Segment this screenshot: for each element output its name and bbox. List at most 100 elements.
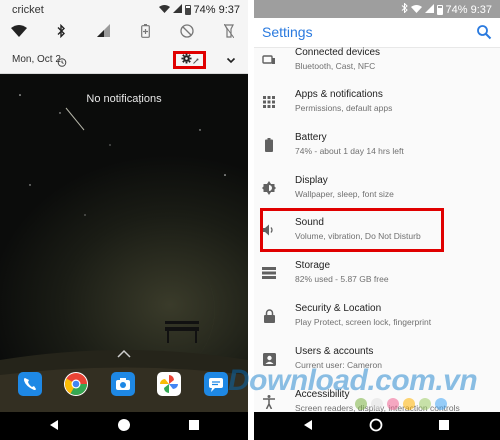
back-triangle-icon xyxy=(48,418,60,436)
settings-item-title: Users & accounts xyxy=(295,346,374,357)
settings-item-title: Display xyxy=(295,175,328,186)
battery-small-icon xyxy=(436,4,443,15)
chrome-app[interactable] xyxy=(64,372,88,396)
watermark-dot xyxy=(403,398,415,410)
watermark-dot xyxy=(419,398,431,410)
wifi-small-icon xyxy=(410,4,422,16)
signal-small-icon xyxy=(172,4,182,16)
settings-item-storage[interactable]: Storage 82% used - 5.87 GB free xyxy=(254,254,500,296)
empty-notifications-label: No notifications xyxy=(86,93,162,105)
back-button[interactable] xyxy=(300,419,316,435)
lock-icon xyxy=(262,309,276,323)
battery-percent: 74% xyxy=(445,3,468,16)
quick-settings-tiles xyxy=(0,22,248,44)
phone-icon xyxy=(18,378,42,400)
settings-item-subtitle: Play Protect, screen lock, fingerprint xyxy=(295,317,432,327)
settings-item-title: Battery xyxy=(295,132,327,143)
bluetooth-small-icon xyxy=(401,2,408,16)
app-dock xyxy=(0,372,248,402)
status-indicators: 74% 9:37 xyxy=(401,2,492,16)
navigation-bar xyxy=(0,412,248,440)
battery-small-icon xyxy=(184,5,191,15)
phone-app[interactable] xyxy=(18,372,42,396)
status-bar: 74% 9:37 xyxy=(254,0,500,18)
expand-quick-settings-button[interactable] xyxy=(224,53,238,67)
navigation-bar xyxy=(254,412,500,440)
home-button[interactable] xyxy=(116,418,132,437)
photos-icon xyxy=(157,375,181,400)
quick-settings-panel: cricket 74% 9:37 Mon, Oct 2 xyxy=(0,0,248,74)
apps-grid-icon xyxy=(262,95,276,109)
settings-item-security-location[interactable]: Security & Location Play Protect, screen… xyxy=(254,297,500,339)
status-bar: cricket 74% 9:37 xyxy=(0,0,248,20)
display-brightness-icon xyxy=(262,181,276,195)
status-indicators: 74% 9:37 xyxy=(158,4,240,16)
chrome-icon xyxy=(64,373,88,400)
flashlight-icon xyxy=(223,23,235,43)
alarm-icon[interactable] xyxy=(57,54,67,72)
photos-app[interactable] xyxy=(157,372,181,396)
search-button[interactable] xyxy=(476,24,492,40)
settings-item-title: Storage xyxy=(295,260,331,271)
recents-button[interactable] xyxy=(436,419,452,435)
watermark-dot xyxy=(371,398,383,410)
settings-item-subtitle: Permissions, default apps xyxy=(295,103,393,113)
date-row: Mon, Oct 2 xyxy=(0,48,248,72)
signal-small-icon xyxy=(424,3,434,16)
settings-item-apps-notifications[interactable]: Apps & notifications Permissions, defaul… xyxy=(254,83,500,125)
cellular-tile[interactable] xyxy=(92,22,114,44)
messages-icon xyxy=(204,378,228,400)
settings-item-connected-devices[interactable]: Connected devices Bluetooth, Cast, NFC xyxy=(254,41,500,83)
settings-item-subtitle: Wallpaper, sleep, font size xyxy=(295,189,394,199)
recents-square-icon xyxy=(188,418,200,436)
watermark-dot xyxy=(355,398,367,410)
wifi-small-icon xyxy=(158,4,170,16)
camera-app[interactable] xyxy=(111,372,135,396)
home-circle-icon xyxy=(369,418,383,437)
recents-button[interactable] xyxy=(186,419,202,435)
flashlight-tile[interactable] xyxy=(218,22,240,44)
home-circle-icon xyxy=(117,418,131,437)
battery-icon xyxy=(262,138,276,152)
date-label: Mon, Oct 2 xyxy=(12,54,61,65)
settings-item-subtitle: 82% used - 5.87 GB free xyxy=(295,274,389,284)
notification-shade-screen: cricket 74% 9:37 Mon, Oct 2 No notificat… xyxy=(0,0,248,440)
do-not-disturb-icon xyxy=(180,23,194,43)
battery-saver-tile[interactable] xyxy=(134,22,156,44)
battery-percent: 74% xyxy=(193,4,216,16)
settings-item-subtitle: 74% - about 1 day 14 hrs left xyxy=(295,146,404,156)
battery-saver-icon xyxy=(140,23,150,43)
settings-item-title: Security & Location xyxy=(295,303,382,314)
gear-icon xyxy=(180,51,192,69)
watermark-dots xyxy=(355,398,447,410)
cellular-signal-icon xyxy=(96,24,110,42)
do-not-disturb-tile[interactable] xyxy=(176,22,198,44)
bluetooth-icon xyxy=(56,23,66,43)
wrench-icon xyxy=(192,51,199,69)
sound-highlight-box xyxy=(260,208,444,252)
clock: 9:37 xyxy=(470,3,492,16)
recents-square-icon xyxy=(438,418,450,436)
page-title: Settings xyxy=(262,24,313,40)
settings-item-battery[interactable]: Battery 74% - about 1 day 14 hrs left xyxy=(254,126,500,168)
messages-app[interactable] xyxy=(204,372,228,396)
settings-item-title: Connected devices xyxy=(295,47,381,58)
bluetooth-tile[interactable] xyxy=(50,22,72,44)
clock: 9:37 xyxy=(218,4,240,16)
storage-icon xyxy=(262,266,276,280)
settings-item-subtitle: Bluetooth, Cast, NFC xyxy=(295,61,376,71)
camera-icon xyxy=(111,378,135,400)
settings-item-title: Apps & notifications xyxy=(295,89,383,100)
watermark-dot xyxy=(387,398,399,410)
watermark-text: Download.com.vn xyxy=(228,364,478,397)
home-button[interactable] xyxy=(368,418,384,437)
connected-devices-icon xyxy=(262,53,276,67)
wifi-tile[interactable] xyxy=(8,22,30,44)
settings-item-display[interactable]: Display Wallpaper, sleep, font size xyxy=(254,169,500,211)
back-button[interactable] xyxy=(46,419,62,435)
watermark-dot xyxy=(435,398,447,410)
wifi-icon xyxy=(11,24,27,42)
carrier-label: cricket xyxy=(12,4,44,16)
back-triangle-icon xyxy=(302,418,314,436)
settings-gear-button[interactable] xyxy=(173,51,206,69)
